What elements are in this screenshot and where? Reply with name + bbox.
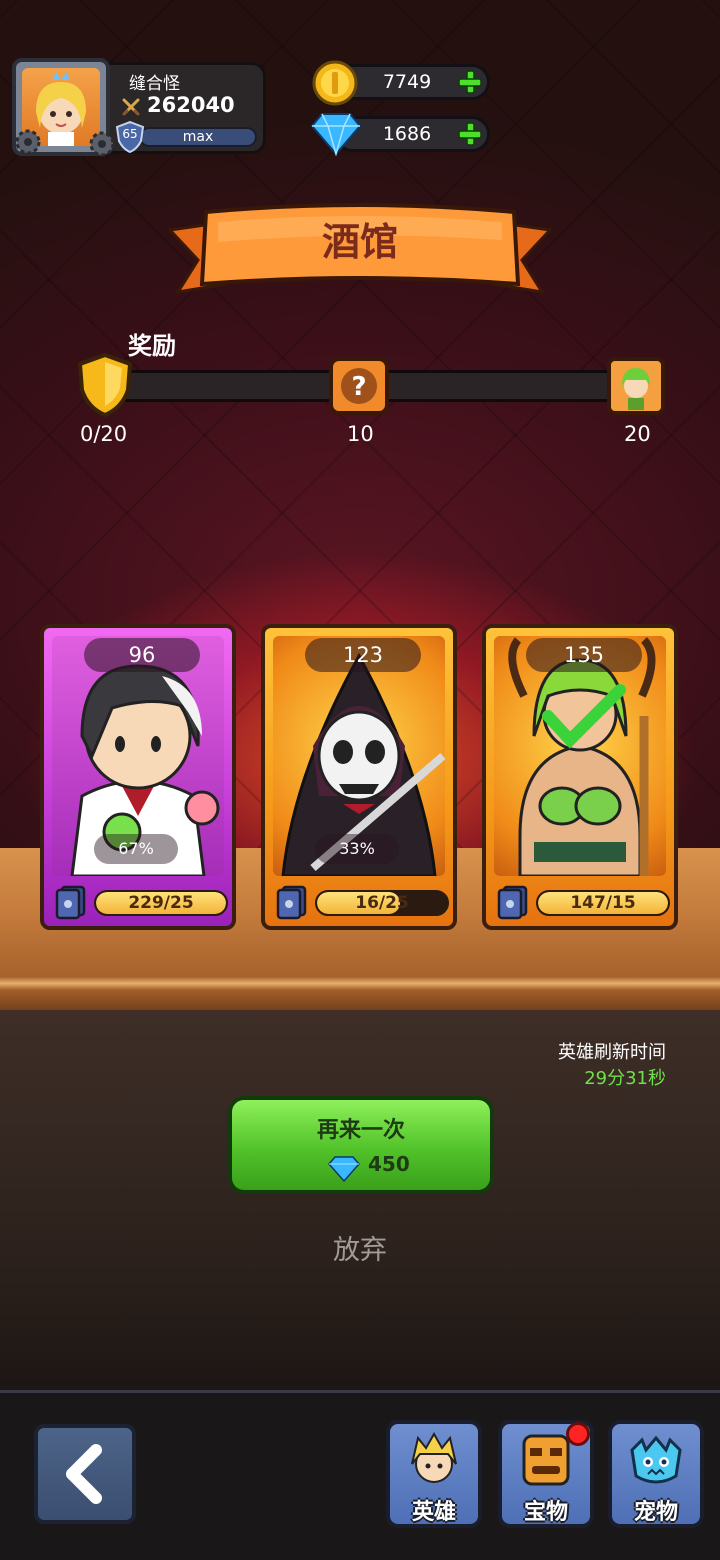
hero-shard-count: 16/25 [355,893,409,913]
card-deck-icon [55,885,86,920]
hero-stat-value: 135 [526,638,642,672]
diamond-icon [328,1156,360,1182]
nav-treasure-label: 宝物 [523,1500,568,1525]
combat-power: 262040 [147,93,235,117]
hero-card-alchemist[interactable]: 96 67% 229/25 [40,624,236,930]
player-name: 缝合怪 [129,74,180,94]
pet-dragon-icon [630,1435,682,1484]
draw-again-label: 再来一次 [316,1118,405,1143]
hero-stat-value: 123 [305,638,421,672]
page-title: 酒馆 [321,220,398,264]
add-gold-button[interactable] [455,67,485,97]
hero-reward-icon[interactable] [606,356,666,416]
draw-again-button[interactable]: 再来一次 450 [228,1096,494,1194]
settings-gear-icon [15,129,41,155]
reward-label: 奖励 [128,332,176,360]
mystery-reward-icon[interactable]: ? [328,356,390,416]
card-deck-icon [497,885,528,920]
hero-head-icon [411,1431,457,1483]
nav-heroes-button[interactable]: 英雄 [386,1420,482,1528]
level-bar-label: max [182,129,214,145]
hero-shard-progress: 229/25 [94,890,228,916]
hero-shard-progress: 16/25 [315,890,449,916]
chevron-left-icon [66,1444,102,1504]
gold-coin-icon [312,60,358,106]
hero-card-reaper[interactable]: 123 33% 16/25 [261,624,457,930]
crossed-swords-icon [122,98,140,116]
player-info-panel: 缝合怪 262040 max 65 [100,62,266,154]
gold-shield-icon [77,352,133,418]
druid-hero-icon [508,637,656,876]
hero-stat-value: 96 [84,638,200,672]
hero-card-druid[interactable]: 135 147/15 [482,624,678,930]
reward-milestone-10: 10 [347,422,374,446]
reward-progress-count: 0/20 [80,422,128,446]
nav-pets-label: 宠物 [633,1500,678,1525]
hero-refresh-countdown: 29分31秒 [584,1068,666,1089]
hero-refresh-label: 英雄刷新时间 [558,1042,666,1063]
svg-text:?: ? [351,372,366,402]
reward-milestone-20: 20 [624,422,651,446]
level-bar: max [139,127,257,147]
add-gem-button[interactable] [455,119,485,149]
diamond-icon [310,113,362,156]
nav-heroes-label: 英雄 [411,1500,456,1525]
hero-art [494,636,666,876]
draw-again-cost: 450 [368,1152,410,1176]
gem-amount: 1686 [382,123,432,145]
hero-shard-count: 229/25 [128,893,194,913]
nav-pets-button[interactable]: 宠物 [608,1420,704,1528]
hero-shard-count: 147/15 [570,893,636,913]
back-button[interactable] [34,1424,136,1524]
give-up-button[interactable]: 放弃 [300,1228,420,1267]
hero-shard-progress: 147/15 [536,890,670,916]
avatar-frame[interactable] [12,58,115,157]
gear-icon [89,131,115,157]
hero-chance-percent: 67% [94,834,178,864]
gold-amount: 7749 [382,71,432,93]
hero-chance-percent: 33% [315,834,399,864]
card-deck-icon [276,885,307,920]
notification-badge [566,1422,590,1446]
player-level: 65 [122,127,138,141]
